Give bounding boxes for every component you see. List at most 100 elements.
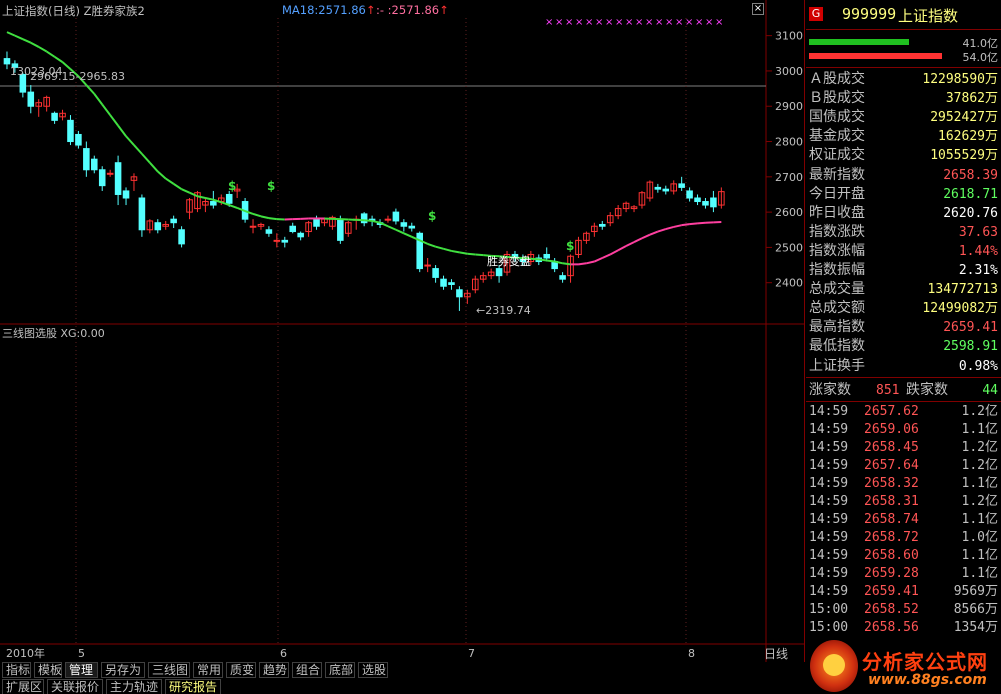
kline-chart[interactable]: 3100 3000 2900 2800 2700 2600 2500 2400 2010年 5 6 7… [0, 0, 805, 662]
cross-marker-icon: × [565, 17, 573, 28]
tick-price: 2657.62 [864, 404, 919, 419]
toolbar-tab[interactable]: 管理 [65, 662, 98, 678]
ma-line-segment [268, 217, 277, 221]
tick-row: 14:59 2659.28 1.1亿 [806, 565, 1001, 583]
stat-label: Ｂ股成交 [809, 90, 865, 107]
ma-line-segment [260, 215, 270, 220]
tick-row: 14:59 2658.60 1.1亿 [806, 547, 1001, 565]
ma-line-segment [173, 183, 183, 191]
close-icon[interactable]: × [752, 3, 764, 15]
candle-body [448, 282, 455, 285]
stock-name: 上证指数 [898, 7, 959, 25]
toolbar-tab[interactable]: 模板 [34, 662, 62, 678]
candle-body [67, 119, 74, 143]
stat-row: 指数涨幅 1.44% [806, 242, 1001, 261]
tick-price: 2658.52 [864, 602, 919, 617]
stat-label: 总成交量 [809, 281, 865, 298]
candle-body [599, 223, 606, 227]
toolbar-tab[interactable]: 质变 [226, 662, 256, 678]
stat-row: 指数涨跌 37.63 [806, 223, 1001, 242]
ma-line-segment [538, 258, 547, 262]
candle-body [408, 225, 416, 229]
ma-line-segment [149, 162, 159, 173]
ma-line-segment [530, 257, 539, 261]
tick-price: 2659.41 [864, 584, 919, 599]
cross-marker-icon: × [705, 17, 713, 28]
ma-line-segment [657, 228, 667, 233]
cross-marker-icon: × [715, 17, 723, 28]
candle-body [432, 268, 439, 278]
toolbar-tab[interactable]: 趋势 [259, 662, 289, 678]
dollar-signal-icon: $ [267, 179, 275, 193]
ma-line-segment [633, 237, 643, 244]
ma-line-segment [30, 41, 40, 48]
ma-line-segment [649, 230, 659, 236]
ma-line-segment [617, 245, 627, 252]
toolbar-tab[interactable]: 选股 [358, 662, 388, 678]
ma-line-segment [641, 233, 651, 240]
toolbar-tab[interactable]: 三线图 [148, 662, 190, 678]
tick-row: 14:59 2658.31 1.2亿 [806, 493, 1001, 511]
toolbar-tab-extra[interactable]: 扩展区 [2, 679, 44, 694]
kline-svg[interactable]: 3100 3000 2900 2800 2700 2600 2500 2400 2010年 5 6 7… [0, 0, 805, 662]
g-badge: G [809, 7, 823, 21]
tick-row: 14:59 2658.32 1.1亿 [806, 475, 1001, 493]
cross-marker-icon: × [695, 17, 703, 28]
logo-text: 分析家公式网 [862, 650, 988, 674]
candle-body [83, 148, 90, 171]
logo-badge-icon [810, 640, 858, 692]
tick-row: 15:00 2658.56 1354万 [806, 619, 1001, 637]
cross-marker-icon: × [635, 17, 643, 28]
toolbar-tab-extra[interactable]: 关联报价 [47, 679, 103, 694]
candle-body [297, 232, 304, 238]
candle-body [3, 58, 11, 65]
stat-row: 指数振幅 2.31% [806, 261, 1001, 280]
ma-line-segment [546, 259, 555, 263]
stat-value: 12499082万 [922, 301, 998, 317]
stat-row: 最高指数 2659.41 [806, 318, 1001, 337]
stat-value: 2598.91 [943, 339, 998, 355]
ma-line-segment [681, 223, 690, 227]
tick-price: 2658.74 [864, 512, 919, 527]
candle-body [392, 211, 400, 222]
candle-body [51, 112, 58, 121]
toolbar-tab[interactable]: 底部 [325, 662, 355, 678]
candle-body [384, 218, 392, 221]
toolbar-tab[interactable]: 另存为 [101, 662, 145, 678]
candle-body [106, 172, 114, 175]
toolbar-tab[interactable]: 指标 [2, 662, 31, 678]
cross-marker-icon: × [645, 17, 653, 28]
ma-line-segment [205, 197, 214, 201]
toolbar-tab[interactable]: 常用 [193, 662, 223, 678]
ma-line-segment [117, 125, 127, 137]
candle-body [400, 222, 408, 227]
ma-line-segment [364, 219, 373, 222]
candle-body [662, 188, 670, 192]
chart-title: 上证指数(日线) Z胜券家族2 [2, 4, 145, 18]
ma-line-segment [586, 260, 595, 265]
ma-line-segment [673, 224, 682, 228]
stat-value: 2618.71 [943, 186, 998, 202]
toolbar-tab[interactable]: 组合 [292, 662, 322, 678]
stat-value: 1.44% [958, 243, 998, 259]
cross-marker-icon: × [585, 17, 593, 28]
stat-value: 37862万 [945, 91, 998, 107]
candle-body [289, 225, 296, 233]
candle-body [456, 289, 463, 298]
y-tick-label: 3100 [775, 30, 803, 43]
toolbar-tab-extra[interactable]: 研究报告 [165, 679, 221, 694]
ma-line-segment [54, 55, 64, 63]
ma-line-segment [6, 31, 16, 37]
app-root: 3100 3000 2900 2800 2700 2600 2500 2400 2010年 5 6 7… [0, 0, 1001, 694]
y-tick-label: 2700 [775, 171, 803, 184]
period-label[interactable]: 日线 [764, 645, 788, 662]
toolbar-tab-extra[interactable]: 主力轨迹 [106, 679, 162, 694]
cross-marker-icon: × [605, 17, 613, 28]
ma-line-segment [451, 249, 460, 254]
tick-volume: 1.1亿 [961, 422, 998, 437]
ma-line-segment [141, 153, 151, 164]
candle-body [98, 169, 106, 187]
buy-bar [809, 39, 909, 45]
stat-row: 总成交额 12499082万 [806, 299, 1001, 318]
ma-line-segment [427, 242, 436, 248]
